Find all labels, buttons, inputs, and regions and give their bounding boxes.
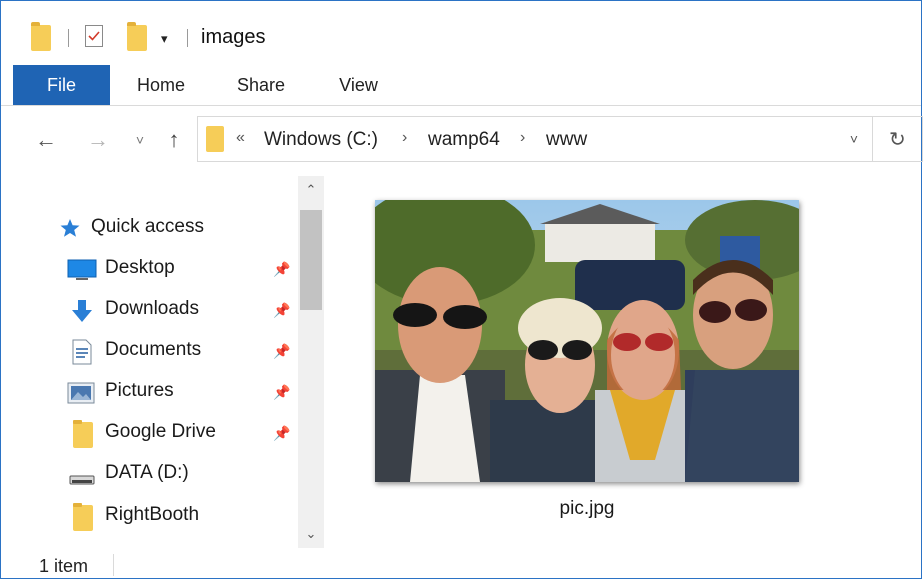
star-icon bbox=[59, 218, 81, 243]
breadcrumb-separator[interactable]: › bbox=[402, 129, 407, 147]
sidebar-item-documents[interactable]: Documents 📌 bbox=[1, 331, 296, 371]
sidebar-item-desktop[interactable]: Desktop 📌 bbox=[1, 249, 296, 289]
sidebar-item-label: RightBooth bbox=[105, 504, 200, 525]
navigation-pane: Quick access Desktop 📌 Downloads 📌 Docum… bbox=[1, 176, 326, 548]
drive-icon bbox=[69, 472, 95, 490]
refresh-button[interactable]: ↻ bbox=[873, 116, 923, 162]
pictures-icon bbox=[67, 382, 95, 409]
tab-view[interactable]: View bbox=[331, 65, 386, 105]
chevron-down-icon[interactable]: ˅ bbox=[131, 124, 149, 156]
file-thumbnail[interactable] bbox=[375, 200, 799, 482]
title-bar: ▾ images bbox=[1, 1, 921, 63]
scroll-down-icon[interactable]: ⌄ bbox=[298, 526, 324, 542]
breadcrumb-www[interactable]: www bbox=[546, 129, 587, 151]
status-divider bbox=[113, 554, 114, 576]
sidebar-item-label: Desktop bbox=[105, 257, 175, 278]
item-count: 1 item bbox=[39, 556, 89, 576]
sidebar-item-label: Pictures bbox=[105, 380, 174, 401]
window-title: images bbox=[201, 26, 266, 48]
folder-icon bbox=[31, 22, 51, 51]
sidebar-item-google-drive[interactable]: Google Drive 📌 bbox=[1, 413, 296, 453]
sidebar-item-quick-access[interactable]: Quick access bbox=[1, 208, 296, 248]
pin-icon[interactable]: 📌 bbox=[273, 425, 290, 442]
properties-icon[interactable] bbox=[85, 25, 103, 47]
sidebar-scrollbar[interactable]: ⌃ ⌄ bbox=[298, 176, 324, 548]
breadcrumb-windows-c[interactable]: Windows (C:) bbox=[264, 129, 378, 151]
pin-icon[interactable]: 📌 bbox=[273, 343, 290, 360]
breadcrumb-wamp64[interactable]: wamp64 bbox=[428, 129, 500, 151]
customize-toolbar-icon[interactable]: ▾ bbox=[161, 31, 168, 47]
scroll-up-icon[interactable]: ⌃ bbox=[298, 182, 324, 198]
breadcrumb-separator[interactable]: › bbox=[520, 129, 525, 147]
sidebar-item-data-d[interactable]: DATA (D:) bbox=[1, 454, 296, 494]
download-icon bbox=[69, 298, 95, 329]
file-list: pic.jpg bbox=[331, 176, 921, 548]
sidebar-item-label: Google Drive bbox=[105, 421, 216, 442]
tab-home[interactable]: Home bbox=[131, 65, 191, 105]
navigation-bar: ← → ˅ ↑ « Windows (C:) › wamp64 › www ˅ … bbox=[1, 106, 923, 172]
folder-icon bbox=[73, 503, 93, 536]
arrow-left-icon[interactable]: ← bbox=[33, 124, 59, 156]
pin-icon[interactable]: 📌 bbox=[273, 302, 290, 319]
chevron-down-icon[interactable]: ˅ bbox=[850, 131, 858, 147]
address-bar[interactable]: « Windows (C:) › wamp64 › www ˅ bbox=[197, 116, 873, 162]
file-explorer-window: ▾ images File Home Share View ← → ˅ ↑ « … bbox=[0, 0, 923, 580]
desktop-icon bbox=[67, 259, 97, 286]
sidebar-item-rightbooth[interactable]: RightBooth bbox=[1, 496, 296, 536]
file-name[interactable]: pic.jpg bbox=[375, 498, 799, 520]
new-folder-icon[interactable] bbox=[127, 22, 147, 51]
arrow-right-icon[interactable]: → bbox=[85, 124, 111, 156]
folder-icon bbox=[206, 126, 224, 152]
sidebar-item-label: Documents bbox=[105, 339, 202, 360]
toolbar-divider bbox=[187, 29, 188, 47]
ribbon-tabs: File Home Share View bbox=[1, 65, 921, 106]
sidebar-item-label: Downloads bbox=[105, 298, 199, 319]
toolbar-divider bbox=[68, 29, 69, 47]
pin-icon[interactable]: 📌 bbox=[273, 261, 290, 278]
sidebar-item-label: DATA (D:) bbox=[105, 462, 189, 483]
refresh-icon[interactable]: ↻ bbox=[889, 127, 906, 152]
scrollbar-thumb[interactable] bbox=[300, 210, 322, 310]
sidebar-item-label: Quick access bbox=[91, 216, 204, 237]
tab-share[interactable]: Share bbox=[231, 65, 291, 105]
sidebar-item-downloads[interactable]: Downloads 📌 bbox=[1, 290, 296, 330]
folder-icon bbox=[73, 420, 93, 453]
status-bar: 1 item bbox=[1, 548, 921, 580]
sidebar-item-pictures[interactable]: Pictures 📌 bbox=[1, 372, 296, 412]
documents-icon bbox=[71, 339, 93, 370]
tab-file[interactable]: File bbox=[13, 65, 110, 105]
arrow-up-icon[interactable]: ↑ bbox=[161, 124, 187, 156]
breadcrumb-overflow[interactable]: « bbox=[236, 129, 245, 147]
pin-icon[interactable]: 📌 bbox=[273, 384, 290, 401]
